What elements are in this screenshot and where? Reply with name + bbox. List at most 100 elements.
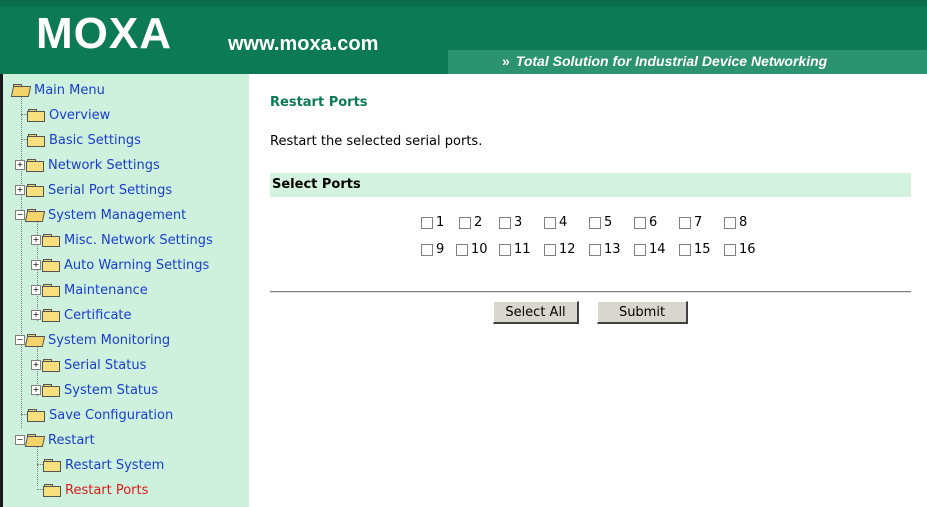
port-checkbox[interactable]: 5 [589,215,612,230]
expand-icon[interactable]: + [31,235,41,245]
checkbox-icon[interactable] [724,216,736,229]
expand-icon[interactable]: + [15,160,25,170]
sidebar-item[interactable]: − System Monitoring [15,329,170,351]
sidebar-item-label: Maintenance [64,282,148,298]
port-number: 1 [436,215,445,230]
checkbox-icon[interactable] [589,243,601,256]
sidebar-item[interactable]: Save Configuration [27,404,173,426]
checkbox-icon[interactable] [724,243,736,256]
expand-icon[interactable]: + [31,310,41,320]
folder-icon [26,159,44,172]
tree-connector [21,96,22,428]
sidebar-item-label: Overview [49,107,111,123]
port-number: 2 [474,215,483,230]
port-checkbox[interactable]: 1 [421,215,444,230]
sidebar-item[interactable]: − Restart [15,429,95,451]
collapse-icon[interactable]: − [15,210,25,220]
slogan-text: Total Solution for Industrial Device Net… [515,53,828,69]
checkbox-icon[interactable] [456,243,468,256]
port-checkbox[interactable]: 3 [499,215,522,230]
port-checkbox[interactable]: 7 [679,215,702,230]
sidebar-item-label: Misc. Network Settings [64,232,213,248]
checkbox-icon[interactable] [421,243,433,256]
submit-button[interactable]: Submit [597,301,688,324]
folder-icon [42,384,60,397]
sidebar-item-label: Certificate [64,307,132,323]
checkbox-icon[interactable] [679,216,691,229]
port-checkbox[interactable]: 13 [589,242,621,257]
port-checkbox[interactable]: 8 [724,215,747,230]
sidebar-item[interactable]: + Auto Warning Settings [31,254,209,276]
port-number: 5 [604,215,613,230]
sidebar-item-label: Network Settings [48,157,160,173]
port-number: 15 [694,242,711,257]
sidebar-item-label: Serial Port Settings [48,182,173,198]
section-header-label: Select Ports [272,177,361,192]
expand-icon[interactable]: + [31,260,41,270]
port-number: 13 [604,242,621,257]
port-checkbox[interactable]: 12 [544,242,576,257]
folder-open-icon [24,334,46,347]
checkbox-icon[interactable] [544,243,556,256]
expand-icon[interactable]: + [15,185,25,195]
port-checkbox[interactable]: 2 [459,215,482,230]
checkbox-icon[interactable] [634,243,646,256]
port-checkbox[interactable]: 16 [724,242,756,257]
page-title: Restart Ports [270,95,368,110]
collapse-icon[interactable]: − [15,435,25,445]
checkbox-icon[interactable] [679,243,691,256]
port-number: 12 [559,242,576,257]
sidebar-item[interactable]: + System Status [31,379,158,401]
checkbox-icon[interactable] [589,216,601,229]
port-checkbox[interactable]: 10 [456,242,488,257]
checkbox-icon[interactable] [499,243,511,256]
port-number: 4 [559,215,568,230]
sidebar-item[interactable]: Overview [27,104,110,126]
checkbox-icon[interactable] [459,216,471,229]
sidebar-tree-menu: Main Menu Overview Basic Settings + Network … [0,74,249,507]
folder-open-icon [24,434,46,447]
sidebar-item[interactable]: Restart Ports [43,479,148,501]
sidebar-item[interactable]: + Network Settings [15,154,160,176]
port-checkbox[interactable]: 11 [499,242,531,257]
port-checkbox[interactable]: 4 [544,215,567,230]
folder-icon [42,234,60,247]
folder-icon [42,359,60,372]
select-all-button[interactable]: Select All [493,301,579,324]
port-checkbox[interactable]: 14 [634,242,666,257]
site-url[interactable]: www.moxa.com [228,32,378,56]
sidebar-item[interactable]: + Misc. Network Settings [31,229,213,251]
port-number: 8 [739,215,748,230]
folder-icon [26,184,44,197]
checkbox-icon[interactable] [421,216,433,229]
sidebar-item[interactable]: Main Menu [10,79,105,101]
sidebar-item[interactable]: Basic Settings [27,129,141,151]
sidebar-item[interactable]: + Serial Status [31,354,146,376]
folder-icon [42,309,60,322]
section-header: Select Ports [270,173,911,197]
divider [270,291,911,293]
checkbox-icon[interactable] [499,216,511,229]
double-arrow-icon: » [502,53,510,69]
sidebar-item[interactable]: − System Management [15,204,186,226]
expand-icon[interactable]: + [31,285,41,295]
collapse-icon[interactable]: − [15,335,25,345]
port-number: 11 [514,242,531,257]
port-checkbox[interactable]: 15 [679,242,711,257]
checkbox-icon[interactable] [634,216,646,229]
port-checkbox[interactable]: 6 [634,215,657,230]
sidebar-item[interactable]: Restart System [43,454,164,476]
port-checkbox[interactable]: 9 [421,242,444,257]
sidebar-item-label: System Management [48,207,187,223]
sidebar-item[interactable]: + Certificate [31,304,132,326]
port-number: 16 [739,242,756,257]
expand-icon[interactable]: + [31,360,41,370]
sidebar-item[interactable]: + Maintenance [31,279,148,301]
folder-icon [27,109,45,122]
expand-icon[interactable]: + [31,385,41,395]
sidebar-item-label: System Status [64,382,159,398]
sidebar-item[interactable]: + Serial Port Settings [15,179,172,201]
checkbox-icon[interactable] [544,216,556,229]
sidebar-item-label: Restart System [65,457,165,473]
sidebar-item-label: Serial Status [64,357,147,373]
